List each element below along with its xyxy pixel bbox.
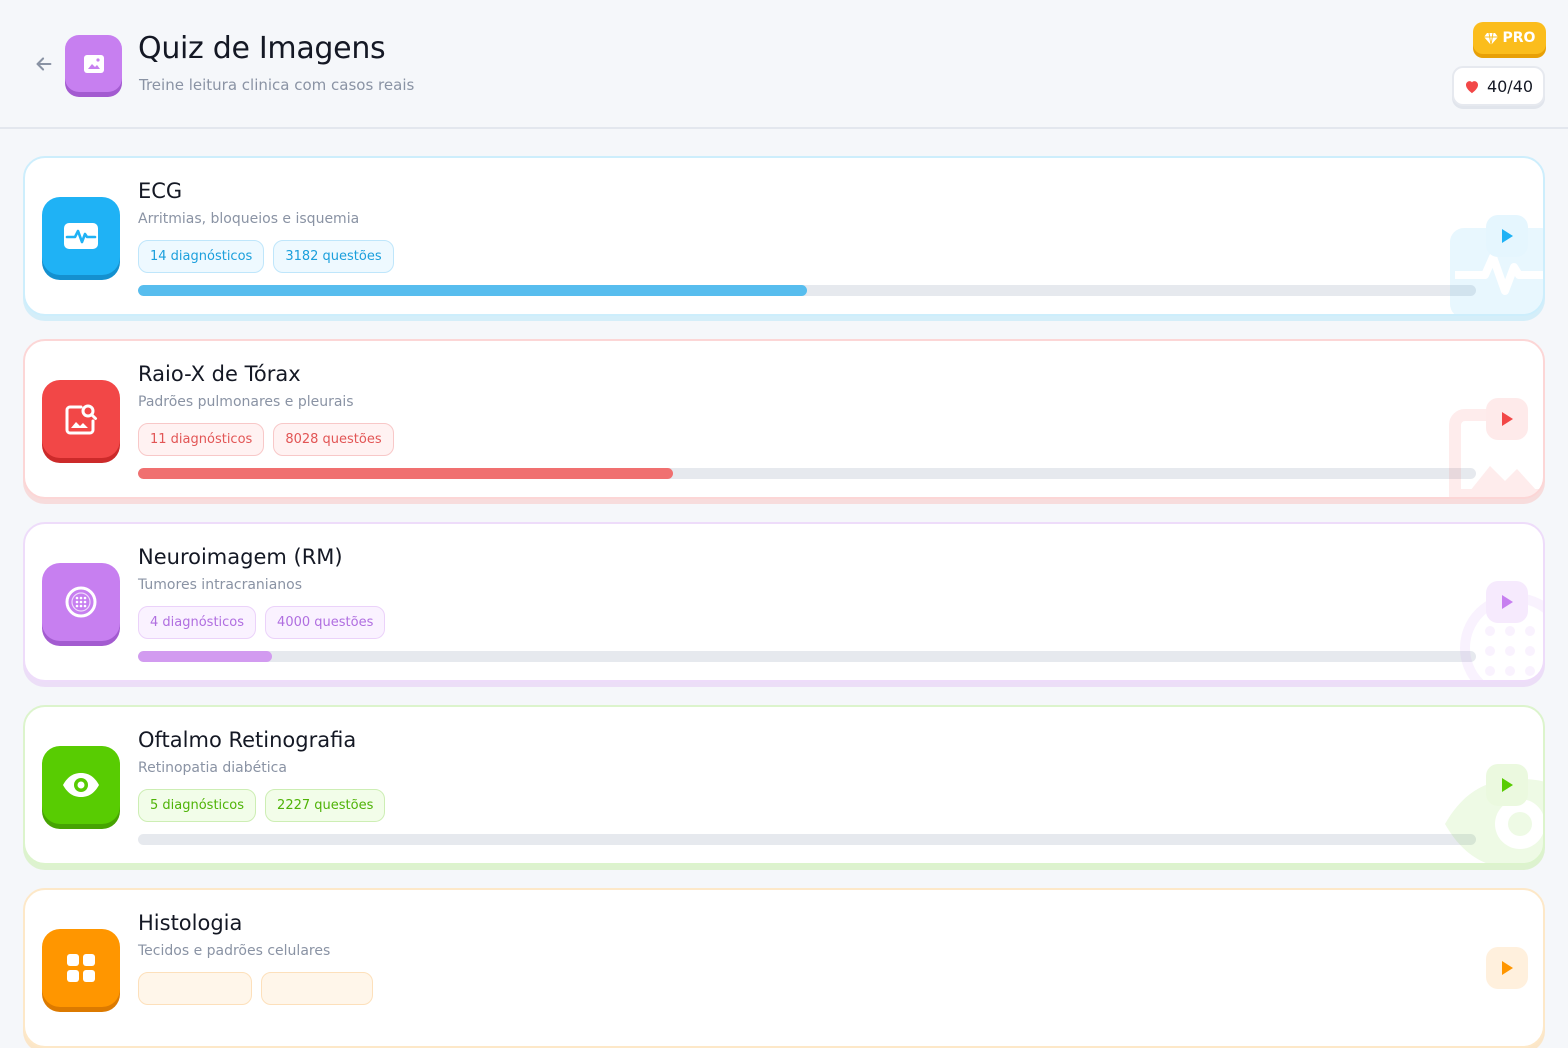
category-icon-oftalmo bbox=[42, 746, 120, 824]
questions-chip: 3182 questões bbox=[273, 240, 394, 273]
category-card-neuroimagem[interactable]: Neuroimagem (RM) Tumores intracranianos … bbox=[23, 522, 1545, 682]
diagnostics-chip: 4 diagnósticos bbox=[138, 606, 257, 639]
diagnostics-chip bbox=[138, 972, 252, 1005]
progress-bar bbox=[138, 834, 1476, 845]
progress-fill bbox=[138, 285, 807, 296]
pro-button[interactable]: PRO bbox=[1473, 22, 1546, 54]
play-icon bbox=[1502, 778, 1513, 792]
diagnostics-chip: 11 diagnósticos bbox=[138, 423, 265, 456]
play-button[interactable] bbox=[1486, 215, 1528, 257]
play-icon bbox=[1502, 412, 1513, 426]
category-title: Histologia bbox=[138, 911, 243, 935]
progress-bar bbox=[138, 468, 1476, 479]
back-button[interactable] bbox=[29, 49, 59, 79]
category-title: ECG bbox=[138, 179, 183, 203]
category-subtitle: Tumores intracranianos bbox=[138, 577, 303, 593]
grid-icon bbox=[67, 954, 95, 982]
diagnostics-chip: 5 diagnósticos bbox=[138, 789, 257, 822]
category-card-ecg[interactable]: ECG Arritmias, bloqueios e isquemia 14 d… bbox=[23, 156, 1545, 316]
questions-chip: 4000 questões bbox=[265, 606, 386, 639]
lives-value: 40/40 bbox=[1486, 76, 1534, 96]
top-header: Quiz de Imagens Treine leitura clinica c… bbox=[0, 0, 1568, 129]
questions-chip: 8028 questões bbox=[273, 423, 394, 456]
play-button[interactable] bbox=[1486, 764, 1528, 806]
play-icon bbox=[1502, 961, 1513, 975]
category-icon-neuroimagem bbox=[42, 563, 120, 641]
image-icon bbox=[83, 54, 104, 73]
category-icon-histologia bbox=[42, 929, 120, 1007]
lives-counter: 40/40 bbox=[1452, 66, 1545, 106]
progress-fill bbox=[138, 651, 272, 662]
eye-icon bbox=[63, 773, 99, 797]
category-title: Oftalmo Retinografia bbox=[138, 728, 357, 752]
diagnostics-chip: 14 diagnósticos bbox=[138, 240, 265, 273]
category-card-histologia[interactable]: Histologia Tecidos e padrões celulares bbox=[23, 888, 1545, 1048]
category-subtitle: Tecidos e padrões celulares bbox=[138, 943, 331, 959]
play-button[interactable] bbox=[1486, 947, 1528, 989]
pro-label: PRO bbox=[1502, 30, 1536, 46]
category-subtitle: Padrões pulmonares e pleurais bbox=[138, 394, 354, 410]
diamond-icon bbox=[1483, 32, 1498, 45]
questions-chip bbox=[261, 972, 373, 1005]
category-subtitle: Retinopatia diabética bbox=[138, 760, 287, 776]
progress-bar bbox=[138, 285, 1476, 296]
page-subtitle: Treine leitura clinica com casos reais bbox=[139, 76, 415, 94]
play-icon bbox=[1502, 229, 1513, 243]
image-search-icon bbox=[65, 404, 97, 435]
category-title: Raio-X de Tórax bbox=[138, 362, 301, 386]
play-button[interactable] bbox=[1486, 398, 1528, 440]
category-icon-raio-x bbox=[42, 380, 120, 458]
category-icon-ecg bbox=[42, 197, 120, 275]
play-icon bbox=[1502, 595, 1513, 609]
arrow-left-icon bbox=[36, 57, 52, 71]
heart-rate-monitor-icon bbox=[64, 223, 98, 249]
questions-chip: 2227 questões bbox=[265, 789, 386, 822]
page-title: Quiz de Imagens bbox=[138, 31, 386, 66]
category-subtitle: Arritmias, bloqueios e isquemia bbox=[138, 211, 360, 227]
category-card-raio-x[interactable]: Raio-X de Tórax Padrões pulmonares e ple… bbox=[23, 339, 1545, 499]
play-button[interactable] bbox=[1486, 581, 1528, 623]
heart-icon bbox=[1465, 80, 1478, 93]
progress-bar bbox=[138, 651, 1476, 662]
category-title: Neuroimagem (RM) bbox=[138, 545, 343, 569]
progress-fill bbox=[138, 468, 674, 479]
app-icon bbox=[65, 35, 122, 92]
category-card-oftalmo[interactable]: Oftalmo Retinografia Retinopatia diabéti… bbox=[23, 705, 1545, 865]
brain-scan-icon bbox=[65, 586, 97, 618]
